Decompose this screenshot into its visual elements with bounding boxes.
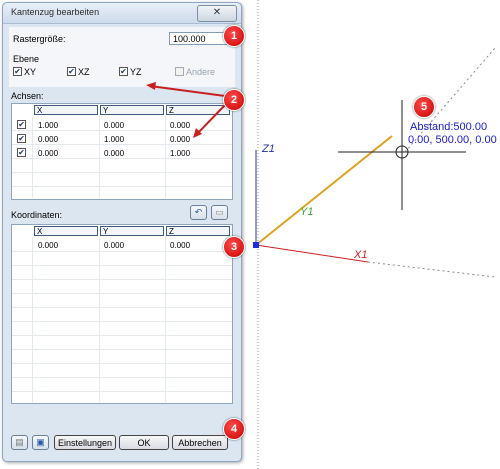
- axis-y-value[interactable]: 1.000: [104, 135, 124, 144]
- axes-header-z[interactable]: Z: [166, 105, 230, 115]
- axis-x-value[interactable]: 1.000: [38, 121, 58, 130]
- ok-button[interactable]: OK: [119, 435, 169, 450]
- axis-x-value[interactable]: 0.000: [38, 149, 58, 158]
- delete-point-icon[interactable]: ▭: [211, 205, 228, 220]
- axes-header-x[interactable]: X: [34, 105, 98, 115]
- close-icon: ✕: [212, 7, 222, 18]
- plane-group-label: Ebene: [13, 54, 40, 64]
- plane-xy-checkbox[interactable]: ✔: [13, 67, 22, 76]
- y-axis-label: Y1: [300, 206, 313, 218]
- dialog-title: Kantenzug bearbeiten: [11, 7, 100, 17]
- plane-other-label: Andere: [186, 67, 216, 77]
- coord-header-y[interactable]: Y: [100, 226, 164, 236]
- plane-xz-label: XZ: [78, 67, 90, 77]
- axis-x-value[interactable]: 0.000: [38, 135, 58, 144]
- coord-y-value[interactable]: 0.000: [104, 241, 124, 250]
- axis-z-value[interactable]: 1.000: [170, 149, 190, 158]
- plane-yz-label: YZ: [130, 67, 142, 77]
- plane-xy-label: XY: [24, 67, 37, 77]
- save-icon[interactable]: ▣: [32, 435, 49, 450]
- distance-label: Abstand:500.00: [410, 121, 487, 133]
- settings-button[interactable]: Einstellungen: [54, 435, 116, 450]
- raster-size-label: Rastergröße:: [13, 34, 66, 44]
- axes-label: Achsen:: [11, 91, 44, 101]
- axis-row-checkbox[interactable]: ✔: [17, 134, 26, 143]
- undo-icon[interactable]: ↶: [190, 205, 207, 220]
- open-file-icon[interactable]: ▤: [11, 435, 28, 450]
- z-axis-label: Z1: [261, 143, 275, 155]
- axis-z-value[interactable]: 0.000: [170, 135, 190, 144]
- coordinates-readout: 0.00, 500.00, 0.00: [408, 134, 497, 146]
- close-button[interactable]: ✕: [197, 5, 237, 22]
- check-icon: ✔: [18, 148, 25, 157]
- plane-other-checkbox[interactable]: [175, 67, 184, 76]
- axis-y-value[interactable]: 0.000: [104, 149, 124, 158]
- axes-header-y[interactable]: Y: [100, 105, 164, 115]
- cancel-button[interactable]: Abbrechen: [172, 435, 228, 450]
- check-icon: ✔: [18, 134, 25, 143]
- plane-yz-checkbox[interactable]: ✔: [119, 67, 128, 76]
- coordinates-label: Koordinaten:: [11, 210, 63, 220]
- axis-row-checkbox[interactable]: ✔: [17, 148, 26, 157]
- x-axis-extension-line: [367, 261, 496, 278]
- coord-z-value[interactable]: 0.000: [170, 241, 190, 250]
- x-axis-line: [255, 244, 369, 263]
- origin-point: [253, 242, 259, 248]
- axis-row-checkbox[interactable]: ✔: [17, 120, 26, 129]
- callout-badge-2: 2: [223, 89, 245, 111]
- check-icon: ✔: [68, 67, 75, 76]
- plane-xz-checkbox[interactable]: ✔: [67, 67, 76, 76]
- callout-badge-4: 4: [223, 418, 245, 440]
- callout-badge-1: 1: [223, 25, 245, 47]
- check-icon: ✔: [18, 120, 25, 129]
- axes-table: X Y Z ✔ 1.000 0.000 0.000 ✔ 0.000 1.000 …: [11, 103, 233, 200]
- axis-y-value[interactable]: 0.000: [104, 121, 124, 130]
- coord-header-z[interactable]: Z: [166, 226, 230, 236]
- coord-x-value[interactable]: 0.000: [38, 241, 58, 250]
- callout-badge-5: 5: [413, 96, 435, 118]
- raster-plane-panel: Rastergröße: 100.000 Ebene ✔ XY ✔ XZ ✔ Y…: [9, 27, 235, 87]
- edge-line: [255, 135, 393, 246]
- check-icon: ✔: [120, 67, 127, 76]
- check-icon: ✔: [14, 67, 21, 76]
- coordinates-table: X Y Z 0.000 0.000 0.000: [11, 224, 233, 404]
- crosshair-circle: [395, 145, 409, 159]
- dialog-titlebar: Kantenzug bearbeiten ✕: [3, 3, 241, 24]
- x-axis-label: X1: [353, 249, 367, 261]
- coord-header-x[interactable]: X: [34, 226, 98, 236]
- edit-polyline-dialog: Kantenzug bearbeiten ✕ Rastergröße: 100.…: [2, 2, 242, 462]
- axis-z-value[interactable]: 0.000: [170, 121, 190, 130]
- callout-badge-3: 3: [223, 236, 245, 258]
